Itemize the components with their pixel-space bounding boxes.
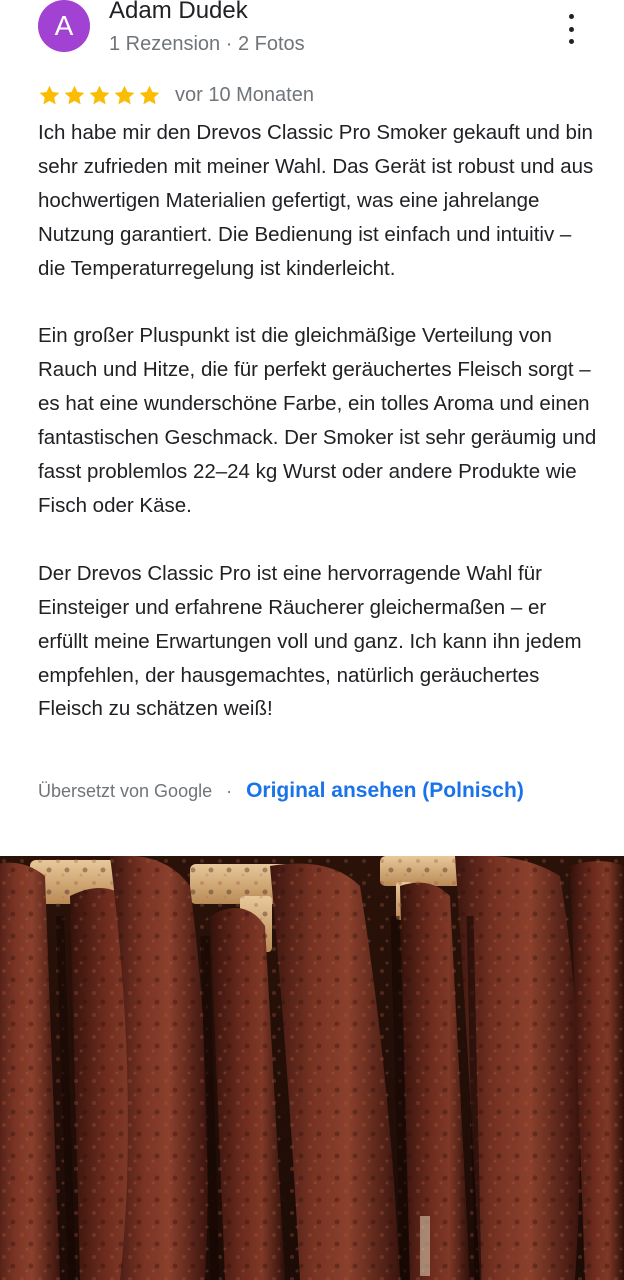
reviewer-meta: 1 Rezension · 2 Fotos — [109, 33, 305, 55]
star-icon — [89, 85, 110, 104]
view-original-link[interactable]: Original ansehen (Polnisch) — [246, 779, 524, 803]
more-vert-icon-dot — [568, 39, 574, 44]
reviewer-name[interactable]: Adam Dudek — [109, 0, 248, 25]
more-options-button[interactable] — [560, 14, 582, 44]
smoked-sausages-photo — [0, 856, 624, 1280]
star-rating — [38, 84, 161, 107]
more-vert-icon — [568, 14, 574, 19]
review-text: Ich habe mir den Drevos Classic Pro Smok… — [38, 121, 597, 721]
translation-row: Übersetzt von Google · Original ansehen … — [38, 779, 524, 803]
separator-dot: · — [226, 780, 233, 801]
more-vert-icon-dot — [568, 26, 574, 32]
star-icon — [64, 85, 85, 104]
star-icon — [39, 85, 60, 104]
star-icon — [114, 85, 135, 104]
avatar[interactable]: A — [38, 0, 90, 52]
review-photo[interactable] — [0, 856, 624, 1280]
star-icon — [139, 85, 160, 104]
rating-row: vor 10 Monaten — [38, 82, 314, 108]
avatar-letter: A — [54, 10, 74, 41]
review-time: vor 10 Monaten — [175, 83, 314, 106]
translation-note: Übersetzt von Google — [38, 780, 213, 801]
